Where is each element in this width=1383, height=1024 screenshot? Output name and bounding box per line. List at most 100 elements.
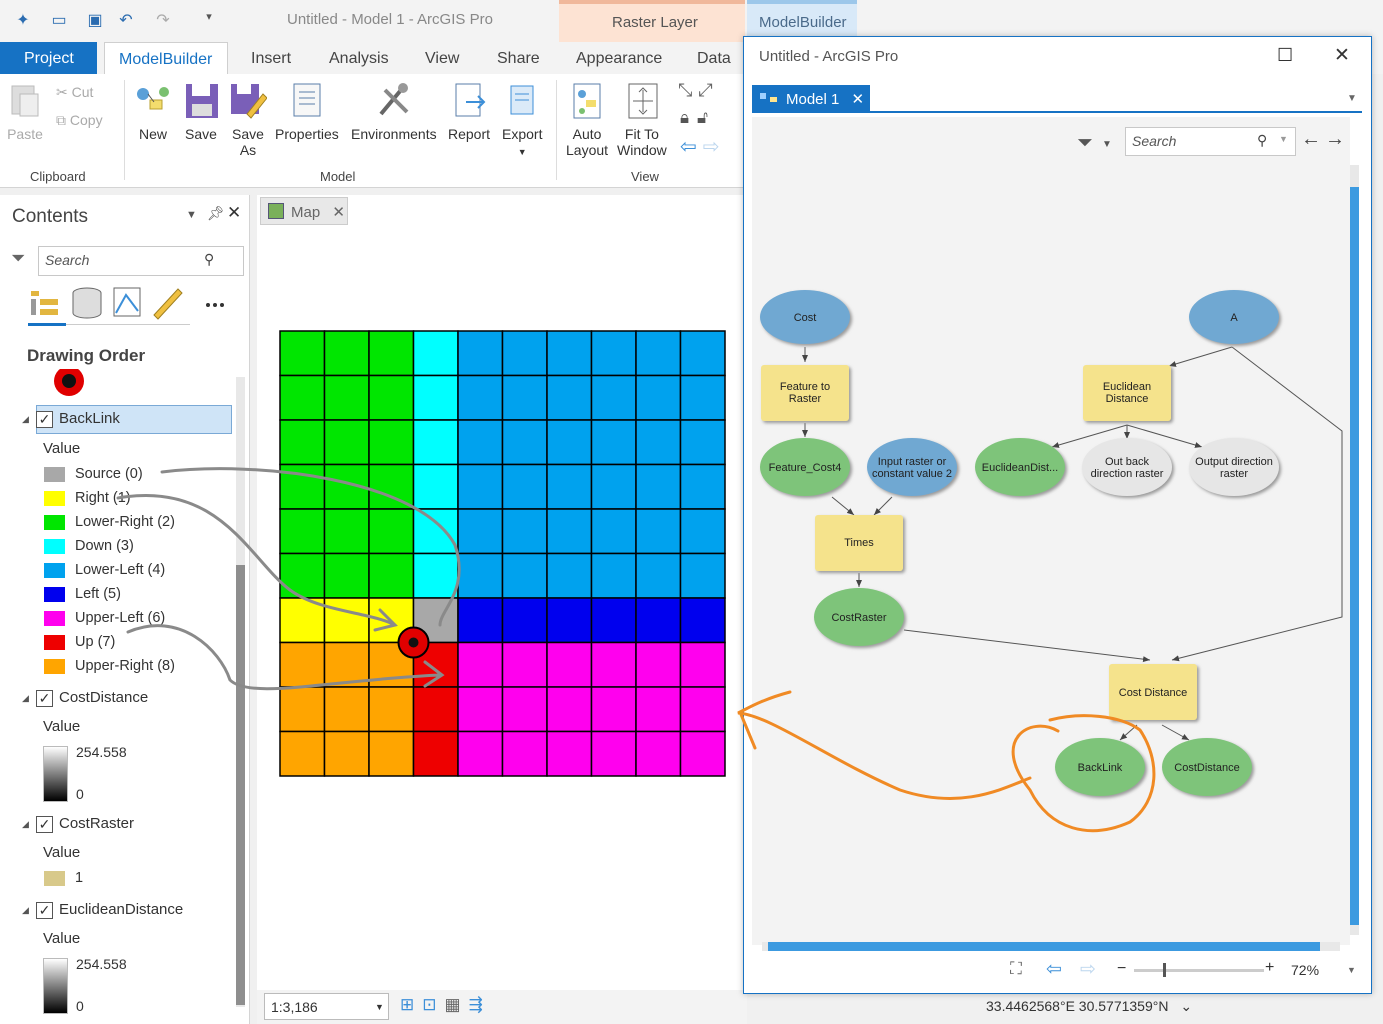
layer-visibility-checkbox[interactable]: ✓ (36, 901, 53, 919)
save-model-button[interactable]: Save (182, 80, 220, 142)
next-extent-icon[interactable]: ⇨ (1080, 958, 1096, 981)
zoom-out-fixed-icon[interactable]: ⤢ (698, 80, 718, 100)
more-icon[interactable] (206, 303, 224, 307)
new-project-icon[interactable]: ✦ (12, 10, 34, 30)
tab-insert[interactable]: Insert (251, 50, 291, 68)
selection-icon[interactable] (113, 287, 141, 317)
tab-modelbuilder[interactable]: ModelBuilder (104, 42, 228, 74)
raster-cell (457, 552, 504, 599)
model-diagram[interactable]: Cost Feature to Raster Feature_Cost4 Inp… (752, 197, 1350, 897)
redo-icon[interactable]: ↷ (152, 10, 174, 30)
properties-button[interactable]: Properties (275, 80, 339, 142)
save-label: Save (185, 126, 217, 142)
close-icon[interactable]: ✕ (227, 203, 241, 223)
map-scale-select[interactable]: 1:3,186 ▼ (264, 993, 389, 1020)
legend-label: Right (1) (75, 490, 131, 506)
tab-project[interactable]: Project (0, 42, 97, 74)
zoom-slider-thumb[interactable] (1163, 963, 1166, 977)
lock-icon[interactable]: 🔒︎ (680, 108, 697, 127)
correction-icon[interactable]: ⇶ (469, 995, 491, 1014)
raster-cell (368, 330, 415, 377)
filter-icon[interactable]: ⏷ (1077, 132, 1093, 155)
zoom-level[interactable]: 72% (1291, 962, 1319, 978)
fit-to-window-button[interactable]: Fit To Window (617, 80, 667, 158)
new-model-button[interactable]: New (134, 80, 172, 142)
tab-map[interactable]: Map ✕ (260, 197, 348, 225)
open-icon[interactable]: ▭ (48, 10, 70, 30)
expand-icon[interactable]: ◢ (22, 693, 32, 704)
zoom-in-fixed-icon[interactable]: ⤡ (678, 80, 698, 100)
export-button[interactable]: Export ▼ (502, 80, 542, 158)
undo-icon[interactable]: ↶ (115, 10, 137, 30)
layer-visibility-checkbox[interactable]: ✓ (36, 689, 53, 707)
pin-icon[interactable]: 📌︎ (207, 205, 225, 222)
tab-list-icon[interactable]: ▼ (1347, 93, 1357, 104)
close-map-icon[interactable]: ✕ (332, 204, 345, 221)
customize-icon[interactable]: ▾ (198, 10, 220, 30)
full-extent-icon[interactable]: ⛶ (1010, 959, 1022, 979)
zoom-slider[interactable] (1134, 969, 1264, 972)
pane-menu-icon[interactable]: ▼ (186, 209, 197, 221)
map-canvas[interactable] (257, 226, 747, 990)
filter-dropdown-icon[interactable]: ▼ (1102, 139, 1112, 150)
unlock-icon[interactable]: 🔓︎ (697, 108, 716, 127)
snapping-icon[interactable]: ⊞ (400, 995, 422, 1014)
zoom-dropdown-icon[interactable]: ▼ (1347, 965, 1356, 975)
zoom-in-icon[interactable]: + (1265, 959, 1274, 977)
expand-icon[interactable]: ◢ (22, 414, 32, 425)
tab-appearance[interactable]: Appearance (576, 50, 662, 68)
cut-button[interactable]: ✂ Cut (56, 84, 93, 101)
tab-view[interactable]: View (425, 50, 459, 68)
save-as-button[interactable]: Save As (229, 80, 267, 158)
layer-visibility-checkbox[interactable]: ✓ (36, 410, 53, 428)
raster-cell (323, 463, 370, 510)
raster-cell (679, 419, 726, 466)
report-icon (455, 83, 486, 117)
expand-icon[interactable]: ◢ (22, 819, 32, 830)
zoom-out-icon[interactable]: − (1117, 960, 1126, 978)
close-tab-icon[interactable]: ✕ (852, 91, 865, 108)
save-as-label-2: As (239, 142, 257, 158)
next-result-icon[interactable]: → (1325, 128, 1349, 150)
previous-result-icon[interactable]: ← (1301, 128, 1325, 150)
tab-model-1[interactable]: Model 1 ✕ (752, 85, 870, 111)
auto-layout-button[interactable]: Auto Layout (566, 80, 608, 158)
data-source-icon[interactable] (72, 287, 102, 319)
report-button[interactable]: Report (448, 80, 490, 142)
lock-tools: 🔒︎🔓︎ (680, 108, 716, 128)
coords-dropdown-icon[interactable]: ⌄ (1180, 998, 1192, 1014)
expand-icon[interactable]: ◢ (22, 905, 32, 916)
layer-costraster[interactable]: ◢ ✓ CostRaster (22, 815, 134, 833)
editing-icon[interactable] (153, 288, 183, 320)
maximize-icon[interactable]: ☐ (1277, 45, 1293, 66)
drawing-order-icon[interactable] (31, 291, 58, 315)
coords-text: 33.4462568°E 30.5771359°N (986, 998, 1169, 1014)
layer-costdistance[interactable]: ◢ ✓ CostDistance (22, 689, 148, 707)
paste-button[interactable]: Paste (6, 80, 44, 142)
contents-search-input[interactable]: Search ⚲ (38, 246, 244, 276)
source-point-marker[interactable] (397, 626, 430, 659)
tab-share[interactable]: Share (497, 50, 540, 68)
tab-analysis[interactable]: Analysis (329, 50, 389, 68)
coordinate-readout[interactable]: 33.4462568°E 30.5771359°N ⌄ (986, 998, 1192, 1015)
node-label: raster (1220, 468, 1248, 480)
copy-button[interactable]: ⧉ Copy (56, 112, 103, 129)
mb-vertical-thumb[interactable] (1350, 187, 1359, 925)
raster-cell (546, 641, 593, 688)
save-icon[interactable]: ▣ (84, 10, 106, 30)
next-extent-icon[interactable]: ⇨ (703, 136, 726, 158)
environments-button[interactable]: Environments (351, 80, 437, 142)
table-icon[interactable]: ▦ (445, 995, 469, 1014)
tab-data[interactable]: Data (697, 50, 731, 68)
layer-visibility-checkbox[interactable]: ✓ (36, 815, 53, 833)
mb-horizontal-thumb[interactable] (768, 942, 1320, 951)
grid-icon[interactable]: ⊡ (422, 995, 444, 1014)
previous-extent-icon[interactable]: ⇦ (680, 136, 703, 158)
model-search-input[interactable]: Search ⚲ ▼ (1125, 127, 1296, 156)
contents-scrollbar-thumb[interactable] (236, 565, 245, 1005)
previous-extent-icon[interactable]: ⇦ (1046, 958, 1062, 981)
close-window-icon[interactable]: ✕ (1334, 44, 1350, 67)
layer-backlink[interactable]: ◢ ✓ BackLink (22, 410, 120, 428)
filter-icon[interactable]: ⏷ (11, 248, 25, 269)
layer-euclideandistance[interactable]: ◢ ✓ EuclideanDistance (22, 901, 183, 919)
